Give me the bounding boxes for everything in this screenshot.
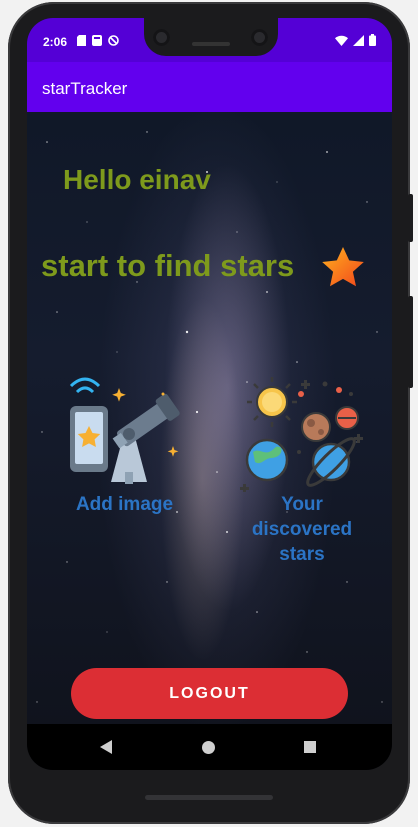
headline-text: start to find stars	[41, 248, 295, 283]
power-button	[408, 194, 413, 242]
recents-icon[interactable]	[304, 741, 316, 753]
discovered-stars-label: Your discovered stars	[223, 492, 381, 567]
volume-button	[408, 296, 413, 388]
greeting-text: Hello einav	[63, 164, 211, 195]
discovered-stars-label-line: discovered	[251, 519, 353, 540]
sun-icon	[247, 377, 297, 427]
telescope-phone-icon	[69, 377, 180, 484]
app-title: starTracker	[42, 79, 128, 98]
planets-icon	[240, 377, 363, 492]
home-icon[interactable]	[202, 741, 215, 754]
bottom-speaker-grille	[145, 795, 273, 800]
main-content: Hello einav start to find stars Add imag…	[27, 112, 392, 724]
screen: 2:06 starTracker Hello einav start to fi…	[27, 18, 392, 770]
add-image-tile[interactable]: Add image	[57, 372, 192, 516]
wifi-icon	[335, 35, 348, 46]
do-not-disturb-icon	[108, 35, 119, 46]
app-bar: starTracker	[27, 62, 392, 112]
status-time: 2:06	[43, 35, 68, 49]
star-icon	[322, 247, 364, 287]
earpiece	[192, 42, 230, 46]
navigation-bar	[27, 724, 392, 770]
discovered-stars-label-line: stars	[279, 544, 325, 565]
discovered-stars-label-line: Your	[281, 494, 323, 515]
battery-icon	[369, 34, 376, 46]
discovered-stars-tile[interactable]: Your discovered stars	[223, 372, 381, 567]
camera-notch	[144, 18, 278, 56]
notification-icon	[92, 35, 102, 46]
front-camera-icon	[153, 29, 170, 46]
add-image-label: Add image	[75, 494, 174, 515]
sd-card-icon	[77, 35, 86, 46]
back-icon[interactable]	[100, 740, 112, 754]
logout-button[interactable]: LOGOUT	[71, 668, 348, 719]
front-sensor-icon	[251, 29, 268, 46]
signal-icon	[353, 34, 364, 46]
